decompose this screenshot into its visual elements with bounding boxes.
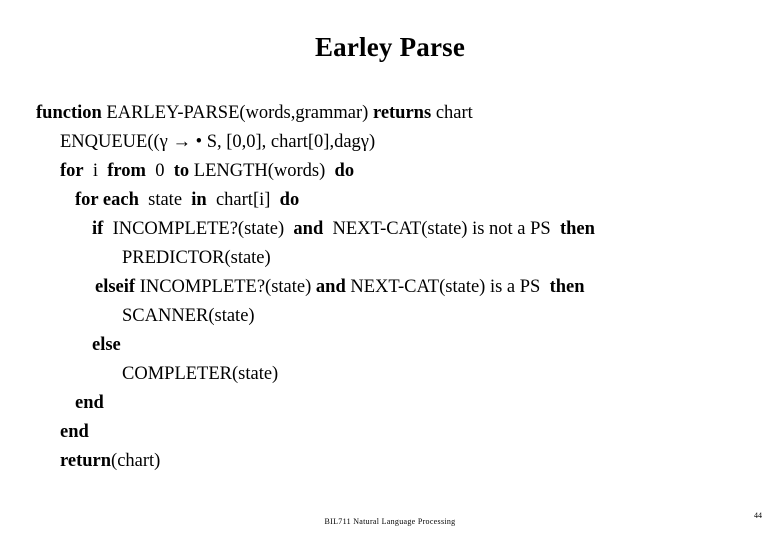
- slide-footer: BIL711 Natural Language Processing: [0, 511, 780, 529]
- line-if-seg-3: NEXT-CAT(state) is not a PS: [323, 219, 560, 239]
- line-end-inner: end: [0, 389, 780, 418]
- pseudocode-block: function EARLEY-PARSE(words,grammar) ret…: [0, 99, 780, 476]
- line-return: return(chart): [0, 447, 780, 476]
- line-predictor-seg-0: PREDICTOR(state): [122, 248, 271, 268]
- line-end-outer-seg-0: end: [60, 422, 89, 442]
- page-number: 44: [754, 511, 762, 520]
- footer-course-label: BIL711 Natural Language Processing: [324, 517, 456, 526]
- line-for-i-seg-3: 0: [145, 161, 174, 181]
- line-completer-seg-0: COMPLETER(state): [122, 364, 279, 384]
- line-return-seg-0: return: [60, 451, 112, 471]
- line-for-i-seg-5: LENGTH(words): [189, 161, 335, 181]
- line-if-seg-0: if: [92, 219, 104, 239]
- line-elseif-seg-0: elseif: [95, 277, 136, 297]
- line-function-seg-0: function: [36, 103, 107, 123]
- line-elseif: elseif INCOMPLETE?(state) and NEXT-CAT(s…: [0, 273, 780, 302]
- line-enqueue-seg-0: ENQUEUE((γ → • S, [0,0], chart[0],dagγ): [60, 132, 376, 152]
- line-for-i: for i from 0 to LENGTH(words) do: [0, 157, 780, 186]
- line-for-i-seg-1: i: [83, 161, 108, 181]
- line-for-each-seg-0: for each: [75, 190, 139, 210]
- line-elseif-seg-4: then: [549, 277, 585, 297]
- line-function-seg-3: chart: [431, 103, 473, 123]
- line-elseif-seg-2: and: [315, 277, 346, 297]
- line-function-seg-2: returns: [372, 103, 432, 123]
- line-for-each-seg-1: state: [138, 190, 192, 210]
- line-function-seg-1: EARLEY-PARSE(words,grammar): [106, 103, 373, 123]
- line-else: else: [0, 331, 780, 360]
- line-scanner: SCANNER(state): [0, 302, 780, 331]
- line-for-each-seg-4: do: [279, 190, 300, 210]
- line-enqueue: ENQUEUE((γ → • S, [0,0], chart[0],dagγ): [0, 128, 780, 157]
- page-title: Earley Parse: [314, 32, 466, 62]
- line-if: if INCOMPLETE?(state) and NEXT-CAT(state…: [0, 215, 780, 244]
- line-else-seg-0: else: [92, 335, 121, 355]
- line-elseif-seg-3: NEXT-CAT(state) is a PS: [345, 277, 550, 297]
- line-if-seg-1: INCOMPLETE?(state): [103, 219, 294, 239]
- line-for-each-seg-2: in: [191, 190, 207, 210]
- line-for-i-seg-2: from: [107, 161, 146, 181]
- line-completer: COMPLETER(state): [0, 360, 780, 389]
- line-return-seg-1: (chart): [111, 451, 161, 471]
- line-elseif-seg-1: INCOMPLETE?(state): [135, 277, 316, 297]
- line-for-i-seg-6: do: [334, 161, 355, 181]
- line-for-i-seg-4: to: [173, 161, 190, 181]
- line-end-outer: end: [0, 418, 780, 447]
- line-scanner-seg-0: SCANNER(state): [122, 306, 255, 326]
- slide-canvas: Earley Parse function EARLEY-PARSE(words…: [0, 0, 780, 540]
- line-for-i-seg-0: for: [60, 161, 84, 181]
- line-predictor: PREDICTOR(state): [0, 244, 780, 273]
- line-for-each: for each state in chart[i] do: [0, 186, 780, 215]
- line-if-seg-4: then: [559, 219, 595, 239]
- line-end-inner-seg-0: end: [75, 393, 104, 413]
- line-function: function EARLEY-PARSE(words,grammar) ret…: [0, 99, 780, 128]
- line-for-each-seg-3: chart[i]: [206, 190, 280, 210]
- line-if-seg-2: and: [293, 219, 324, 239]
